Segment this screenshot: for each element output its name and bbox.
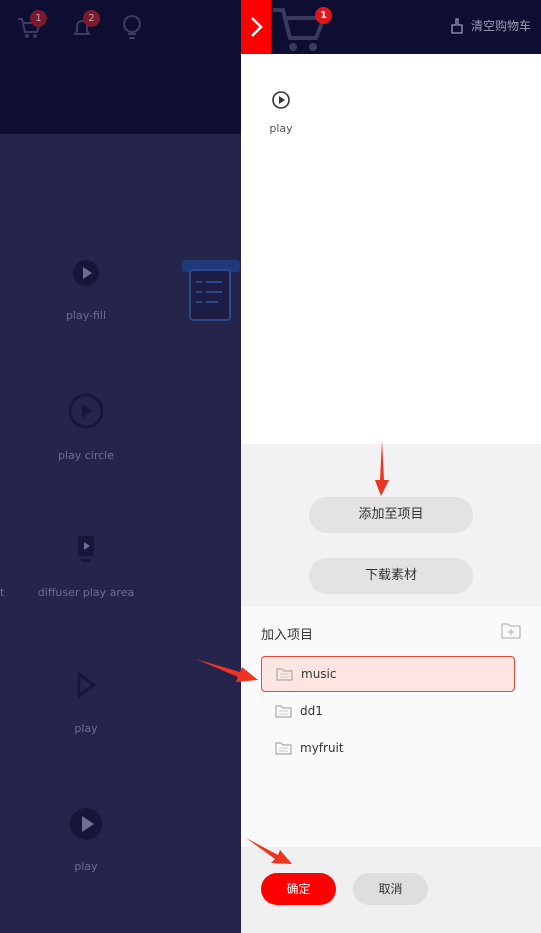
- confirm-button[interactable]: 确定: [261, 873, 336, 905]
- project-item-myfruit[interactable]: myfruit: [261, 730, 515, 766]
- folder-icon: [276, 668, 293, 681]
- background-content: play-fill play circle diffuser play area…: [0, 134, 241, 933]
- cart-item[interactable]: play: [263, 90, 299, 135]
- play-outline-icon: [77, 671, 97, 699]
- project-name: music: [301, 667, 337, 681]
- chevron-right-icon: [251, 17, 263, 37]
- folder-icon: [275, 742, 292, 755]
- broom-icon: [451, 17, 463, 34]
- action-area: 添加至项目 下载素材: [241, 444, 541, 606]
- play-circle-icon: [68, 393, 104, 429]
- icon-card-label: play: [74, 722, 98, 735]
- cart-item-label: play: [269, 122, 293, 135]
- cart-count-badge: 1: [315, 7, 332, 24]
- add-to-project-button[interactable]: 添加至项目: [309, 497, 473, 533]
- project-name: dd1: [300, 704, 323, 718]
- project-section-title: 加入项目: [261, 628, 314, 643]
- collapse-drawer-button[interactable]: [241, 0, 271, 54]
- folder-icon: [275, 705, 292, 718]
- background-header: 1 2: [0, 0, 241, 134]
- play-filled-circle-icon: [70, 808, 102, 840]
- project-name: myfruit: [300, 741, 344, 755]
- diffuser-play-area-icon: [78, 536, 94, 562]
- project-item-dd1[interactable]: dd1: [261, 693, 515, 729]
- icon-card-label: play circle: [57, 449, 115, 462]
- icon-card-label: play-fill: [65, 309, 107, 322]
- clear-cart-label: 清空购物车: [470, 19, 531, 33]
- icon-card-label: play: [74, 860, 98, 873]
- cancel-button[interactable]: 取消: [353, 873, 428, 905]
- cart-drawer: 1 清空购物车 play 添加至项目 下载素材 加入项目 music dd1 m…: [241, 0, 541, 933]
- play-circle-icon: [272, 91, 290, 109]
- drawer-footer: 确定 取消: [241, 847, 541, 933]
- feedback-clipboard-icon[interactable]: [182, 258, 240, 324]
- notification-badge: 2: [83, 10, 100, 27]
- drawer-header: 1 清空购物车: [241, 0, 541, 54]
- project-selector: 加入项目 music dd1 myfruit: [241, 606, 541, 847]
- play-fill-icon: [73, 260, 99, 286]
- new-folder-icon[interactable]: [501, 621, 521, 639]
- lightbulb-icon[interactable]: [121, 14, 143, 40]
- cart-item-list: play: [241, 54, 541, 444]
- download-assets-button[interactable]: 下载素材: [309, 558, 473, 594]
- project-item-music[interactable]: music: [261, 656, 515, 692]
- icon-card-label: diffuser play area: [37, 586, 135, 599]
- cut-off-label: t: [0, 586, 5, 599]
- clear-cart-button[interactable]: 清空购物车: [449, 17, 531, 34]
- cart-badge: 1: [30, 10, 47, 27]
